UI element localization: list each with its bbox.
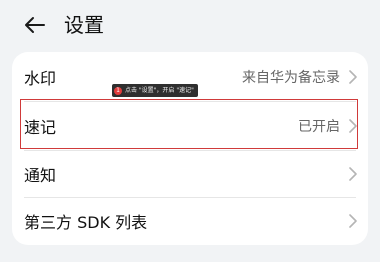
settings-row-notifications[interactable]: 通知 xyxy=(12,150,368,198)
header-bar: 设置 xyxy=(0,0,380,50)
settings-page: 设置 水印 来自华为备忘录 速记 已开启 通知 第三方 SDK 列表 1 点击 … xyxy=(0,0,380,262)
back-arrow-icon xyxy=(25,17,45,33)
step-number-badge: 1 xyxy=(114,86,122,95)
annotation-text: 点击 "设置"，开启 "速记" xyxy=(125,87,194,94)
chevron-right-icon xyxy=(349,214,357,228)
settings-row-quick-notes[interactable]: 速记 已开启 xyxy=(12,102,368,150)
chevron-right-icon xyxy=(349,70,357,84)
row-value: 已开启 xyxy=(298,119,340,135)
page-title: 设置 xyxy=(64,13,104,37)
annotation-tooltip: 1 点击 "设置"，开启 "速记" xyxy=(112,84,198,97)
row-label: 速记 xyxy=(24,118,57,137)
chevron-right-icon xyxy=(349,119,357,133)
row-label: 水印 xyxy=(24,69,57,88)
row-value: 来自华为备忘录 xyxy=(242,70,340,86)
row-label: 第三方 SDK 列表 xyxy=(24,213,148,232)
settings-card: 水印 来自华为备忘录 速记 已开启 通知 第三方 SDK 列表 xyxy=(12,52,368,245)
settings-row-third-party-sdk[interactable]: 第三方 SDK 列表 xyxy=(12,197,368,245)
row-label: 通知 xyxy=(24,166,57,185)
chevron-right-icon xyxy=(349,167,357,181)
back-button[interactable] xyxy=(20,12,48,38)
